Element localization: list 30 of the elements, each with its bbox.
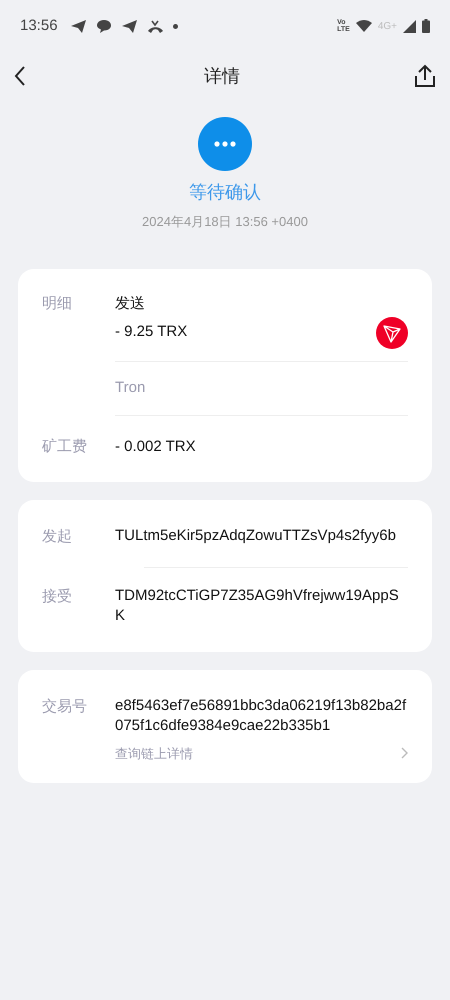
page-title: 详情 [204, 64, 240, 88]
explorer-link[interactable]: 查询链上详情 [115, 744, 408, 763]
missed-call-icon [146, 18, 164, 34]
hash-text: e8f5463ef7e56891bbc3da06219f13b82ba2f075f1c6dfe9384e9cae22b335b1 [115, 696, 408, 736]
pending-icon [198, 117, 252, 171]
dot-icon [172, 24, 178, 28]
address-text: TULtm5eKir5pzAdqZowuTTZsVp4s2fyy6b [115, 526, 397, 546]
address-text: TDM92tcCTiGP7Z35AG9hVfrejww19AppSK [115, 586, 400, 626]
paper-plane-icon [70, 18, 87, 34]
fee-text: - 0.002 TRX [115, 436, 196, 456]
status-label: 等待确认 [189, 181, 261, 204]
wifi-icon [356, 20, 372, 32]
direction-text: 发送 [115, 294, 146, 314]
token-icon [376, 316, 408, 348]
status-time: 13:56 [20, 16, 58, 36]
field-label: 明细 [42, 294, 73, 314]
chevron-right-icon [401, 747, 408, 760]
field-label: 接受 [42, 586, 73, 606]
field-label: 发起 [42, 527, 73, 547]
chat-bubble-icon [96, 18, 112, 34]
amount-text: - 9.25 TRX [115, 322, 188, 342]
network-text: Tron [115, 378, 146, 398]
battery-icon [422, 19, 430, 33]
paper-plane-icon [120, 18, 138, 34]
field-label: 交易号 [42, 696, 88, 716]
field-label: 矿工费 [42, 436, 88, 456]
network-label: 4G+ [378, 20, 397, 34]
date-text: 2024年4月18日 13:56 +0400 [142, 213, 308, 231]
share-button[interactable] [414, 64, 436, 88]
signal-icon [403, 20, 416, 32]
